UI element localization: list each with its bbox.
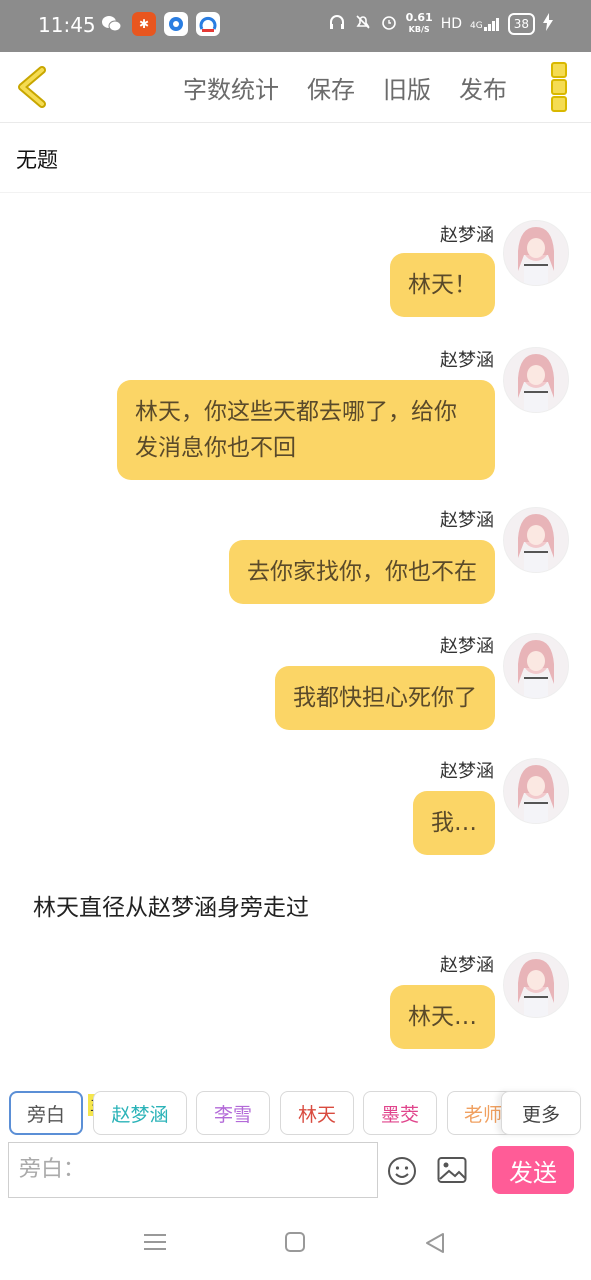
role-chip-li-xue[interactable]: 李雪 — [196, 1091, 270, 1135]
mute-bell-icon — [354, 13, 372, 35]
role-chip-lin-tian[interactable]: 林天 — [280, 1091, 354, 1135]
emoji-button[interactable] — [387, 1156, 416, 1185]
editor-toolbar: 字数统计 保存 旧版 发布 — [0, 52, 591, 123]
speaker-name: 赵梦涵 — [440, 510, 494, 531]
alarm-icon — [380, 13, 398, 35]
old-version-button[interactable]: 旧版 — [383, 70, 431, 105]
narration-text[interactable]: 林天直径从赵梦涵身旁走过 — [33, 888, 309, 922]
avatar[interactable] — [503, 507, 569, 573]
app-icon-white — [196, 12, 220, 36]
speaker-name: 赵梦涵 — [440, 955, 494, 976]
divider — [0, 192, 591, 193]
charging-icon — [543, 12, 553, 35]
role-chip-label: 林天 — [297, 1103, 336, 1126]
more-roles-label: 更多 — [521, 1103, 560, 1126]
role-chip-label: 老师 — [464, 1103, 503, 1126]
notification-icons: ✱ — [100, 12, 220, 36]
avatar[interactable] — [503, 952, 569, 1018]
role-chip-label: 墨茭 — [380, 1103, 419, 1126]
more-dot-icon — [551, 62, 567, 78]
image-icon — [437, 1157, 467, 1183]
word-count-button[interactable]: 字数统计 — [183, 70, 279, 105]
message-input[interactable]: 旁白： — [8, 1142, 378, 1198]
signal-icon: 4G — [470, 17, 500, 31]
role-chip-mo[interactable]: 墨茭 — [363, 1091, 437, 1135]
composer: 旁白： 发送 — [0, 1142, 591, 1200]
wechat-icon — [100, 12, 124, 36]
speaker-name: 赵梦涵 — [440, 350, 494, 371]
message-bubble[interactable]: 我都快担心死你了 — [275, 666, 495, 730]
headphones-icon — [328, 13, 346, 35]
battery-indicator: 38 — [507, 12, 535, 35]
role-chip-label: 旁白 — [26, 1103, 65, 1126]
net-speed: 0.61 KB/S — [405, 11, 433, 34]
message-bubble[interactable]: 我… — [413, 791, 495, 855]
more-menu-button[interactable] — [551, 62, 569, 112]
message-bubble[interactable]: 林天… — [390, 985, 495, 1049]
smiley-icon — [388, 1157, 416, 1185]
more-roles-button[interactable]: 更多 — [501, 1091, 581, 1135]
home-icon[interactable] — [285, 1232, 305, 1256]
document-title[interactable]: 无题 — [16, 144, 58, 174]
send-button[interactable]: 发送 — [492, 1146, 574, 1194]
image-button[interactable] — [437, 1156, 467, 1184]
status-time: 11:45 — [38, 13, 96, 37]
system-nav-bar — [0, 1204, 591, 1280]
message-bubble[interactable]: 林天！ — [390, 253, 495, 317]
role-chip-label: 李雪 — [213, 1103, 252, 1126]
status-right: 0.61 KB/S HD 4G 38 — [328, 12, 553, 35]
back-triangle-icon[interactable] — [425, 1232, 445, 1258]
role-chip-zhao-menghan[interactable]: 赵梦涵 — [93, 1091, 187, 1135]
speaker-name: 赵梦涵 — [440, 761, 494, 782]
chat-area[interactable]: 赵梦涵 林天！ 赵梦涵 林天，你这些天都去哪了，给你发消息你也不回 赵梦涵 去你… — [0, 200, 591, 1070]
avatar[interactable] — [503, 347, 569, 413]
more-dot-icon — [551, 79, 567, 95]
back-button[interactable] — [14, 66, 50, 108]
status-bar: 11:45 ✱ 0.61 KB/S HD 4G 38 — [0, 0, 591, 52]
speaker-name: 赵梦涵 — [440, 225, 494, 246]
app-icon-blue — [164, 12, 188, 36]
role-chip-label: 赵梦涵 — [111, 1103, 169, 1126]
speaker-name: 赵梦涵 — [440, 636, 494, 657]
publish-button[interactable]: 发布 — [459, 70, 507, 105]
hd-label: HD — [440, 15, 463, 32]
chevron-left-icon — [18, 66, 46, 108]
avatar[interactable] — [503, 758, 569, 824]
avatar[interactable] — [503, 220, 569, 286]
message-bubble[interactable]: 林天，你这些天都去哪了，给你发消息你也不回 — [117, 380, 495, 480]
more-dot-icon — [551, 96, 567, 112]
avatar[interactable] — [503, 633, 569, 699]
app-icon-red: ✱ — [132, 12, 156, 36]
role-selector-bar: 旁白 主 赵梦涵 李雪 林天 墨茭 老师 更多 — [0, 1078, 591, 1142]
menu-icon[interactable] — [144, 1232, 166, 1256]
save-button[interactable]: 保存 — [307, 70, 355, 105]
role-chip-narrator[interactable]: 旁白 — [9, 1091, 83, 1135]
toolbar-actions: 字数统计 保存 旧版 发布 — [183, 70, 507, 105]
message-bubble[interactable]: 去你家找你，你也不在 — [229, 540, 495, 604]
